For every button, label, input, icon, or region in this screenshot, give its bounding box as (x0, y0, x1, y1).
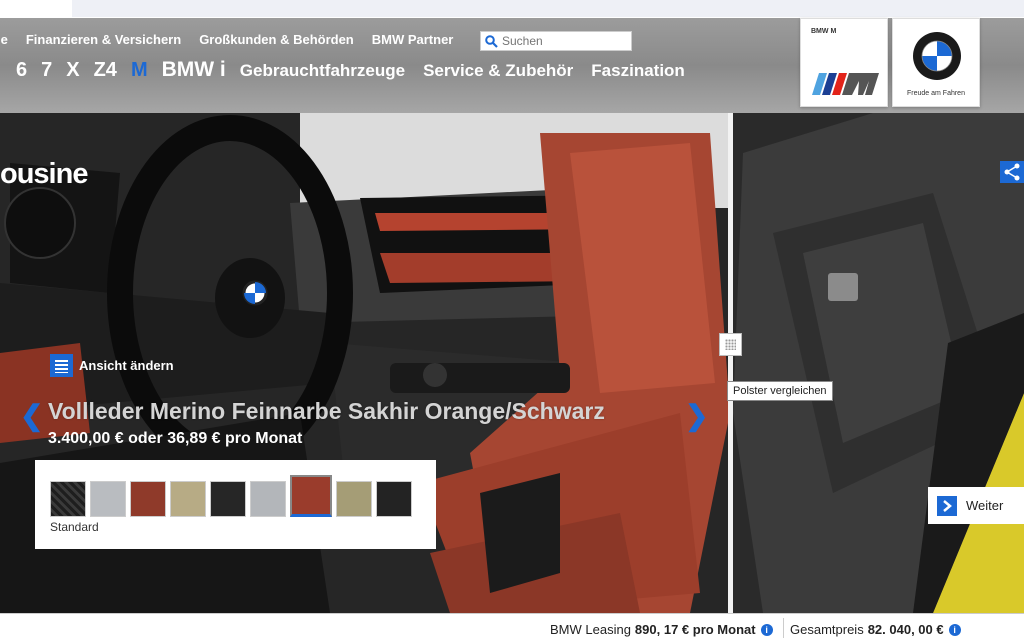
swatch[interactable] (90, 481, 126, 517)
price-footer: BMW Leasing 890, 17 € pro Monat i Gesamt… (0, 613, 1024, 640)
chevron-right-icon[interactable]: ❯ (685, 399, 708, 432)
swatch-selected[interactable] (290, 475, 332, 517)
total-price-info: Gesamtpreis 82. 040, 00 € i (790, 622, 961, 637)
model-nav-z4[interactable]: Z4 (94, 59, 117, 82)
page-title: ousine (0, 158, 88, 190)
next-button-label: Weiter (966, 498, 1004, 513)
swatch[interactable] (50, 481, 86, 517)
swatch-category-label: Standard (50, 520, 99, 534)
interior-stage: ousine Ansicht ändern Polster vergleiche… (0, 113, 1024, 613)
leasing-info: BMW Leasing 890, 17 € pro Monat i (550, 622, 773, 637)
chevron-left-icon[interactable]: ❮ (20, 399, 43, 432)
upholstery-price: 3.400,00 € oder 36,89 € pro Monat (48, 430, 303, 447)
change-view-button[interactable]: Ansicht ändern (50, 354, 174, 377)
service-nav-item-business[interactable]: Großkunden & Behörden (199, 32, 354, 47)
nav-service[interactable]: Service & Zubehör (423, 61, 573, 81)
model-nav-x[interactable]: X (66, 59, 79, 82)
total-value: 82. 040, 00 € (867, 622, 944, 637)
service-nav-item-financing[interactable]: Finanzieren & Versichern (26, 32, 181, 47)
compare-image (733, 113, 1024, 613)
arrow-right-icon (937, 495, 957, 516)
upholstery-name: Vollleder Merino Feinnarbe Sakhir Orange… (48, 398, 605, 424)
swatch[interactable] (130, 481, 166, 517)
bmw-roundel-icon (913, 32, 961, 80)
service-nav-item-partial[interactable]: le (0, 32, 8, 47)
swatch[interactable] (210, 481, 246, 517)
model-nav-m[interactable]: M (131, 59, 148, 82)
swatch[interactable] (250, 481, 286, 517)
top-strip (0, 0, 1024, 18)
nav-fascination[interactable]: Faszination (591, 61, 685, 81)
swatch-panel: Standard (35, 460, 436, 549)
m-stripes-icon (812, 73, 879, 95)
share-button[interactable] (1000, 161, 1024, 183)
search-box[interactable] (480, 31, 632, 51)
model-nav-6[interactable]: 6 (16, 59, 27, 82)
model-nav-7[interactable]: 7 (41, 59, 52, 82)
service-nav-item-partner[interactable]: BMW Partner (372, 32, 454, 47)
service-nav: le Finanzieren & Versichern Großkunden &… (0, 32, 471, 47)
swatch[interactable] (336, 481, 372, 517)
info-icon[interactable]: i (948, 623, 961, 636)
bmw-m-logo[interactable]: BMW M (800, 18, 888, 107)
top-light-bar (72, 0, 1024, 17)
bmw-m-label: BMW M (811, 28, 837, 35)
search-icon (485, 34, 498, 48)
swatch[interactable] (376, 481, 412, 517)
leasing-label: BMW Leasing (550, 622, 631, 637)
next-button[interactable]: Weiter (928, 487, 1024, 524)
compare-drag-handle[interactable] (719, 333, 742, 356)
swatch-list (50, 475, 416, 517)
compare-divider[interactable] (728, 113, 733, 613)
bmw-logo[interactable]: Freude am Fahren (892, 18, 980, 107)
search-input[interactable] (502, 34, 622, 48)
footer-divider (783, 618, 784, 638)
share-icon (1004, 163, 1020, 181)
nav-used-cars[interactable]: Gebrauchtfahrzeuge (240, 61, 405, 81)
bmw-slogan: Freude am Fahren (907, 90, 965, 97)
total-label: Gesamtpreis (790, 622, 864, 637)
leasing-value: 890, 17 € pro Monat (634, 622, 756, 637)
swatch[interactable] (170, 481, 206, 517)
compare-tooltip: Polster vergleichen (727, 381, 833, 401)
model-nav-bmw-i[interactable]: BMW i (162, 58, 226, 82)
list-icon (50, 354, 73, 377)
model-nav: 6 7 X Z4 M BMW i Gebrauchtfahrzeuge Serv… (16, 58, 703, 82)
change-view-label: Ansicht ändern (79, 358, 174, 373)
info-icon[interactable]: i (760, 623, 773, 636)
